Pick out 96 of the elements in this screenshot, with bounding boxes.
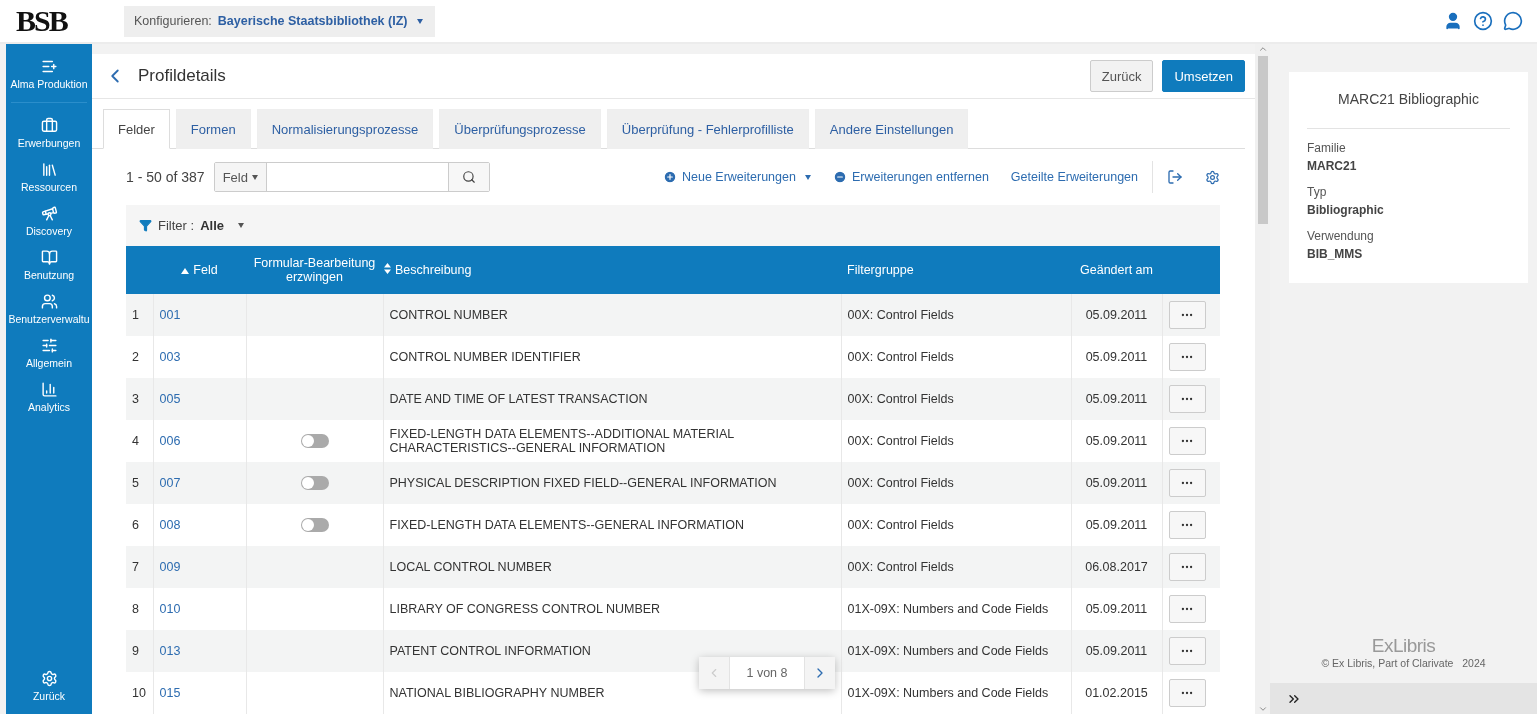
minus-icon bbox=[832, 170, 847, 184]
tab[interactable]: Überprüfungsprozesse bbox=[439, 109, 601, 149]
info-value: Bibliographic bbox=[1307, 203, 1385, 217]
plus-icon bbox=[662, 170, 677, 184]
more-button[interactable] bbox=[1168, 679, 1206, 707]
sidebar-item[interactable]: Benutzung bbox=[6, 249, 92, 293]
more-button[interactable] bbox=[1168, 553, 1206, 581]
chat-icon[interactable] bbox=[1503, 11, 1523, 31]
settings-icon[interactable] bbox=[1205, 169, 1220, 185]
tab[interactable]: Felder bbox=[103, 109, 170, 149]
field-link[interactable]: 007 bbox=[159, 476, 181, 490]
info-label: Typ bbox=[1307, 185, 1328, 199]
row-number: 10 bbox=[126, 672, 153, 714]
field-link[interactable]: 005 bbox=[159, 392, 181, 406]
column-header[interactable]: Feld bbox=[153, 246, 246, 294]
bar-chart-icon bbox=[40, 381, 58, 398]
more-button[interactable] bbox=[1168, 385, 1206, 413]
tab[interactable]: Formen bbox=[175, 109, 251, 149]
field-link[interactable]: 006 bbox=[159, 434, 181, 448]
books-icon bbox=[40, 161, 58, 178]
more-button[interactable] bbox=[1168, 511, 1206, 539]
field-link[interactable]: 003 bbox=[159, 350, 181, 364]
field-link[interactable]: 009 bbox=[159, 560, 181, 574]
column-header: Geändert am bbox=[1071, 246, 1162, 294]
more-button[interactable] bbox=[1168, 301, 1206, 329]
toggle-switch[interactable] bbox=[300, 434, 329, 448]
telescope-icon bbox=[40, 205, 58, 222]
tab[interactable]: Normalisierungsprozesse bbox=[256, 109, 434, 149]
configure-dropdown[interactable]: Konfigurieren: Bayerische Staatsbibliothek (IZ) bbox=[124, 5, 436, 37]
sliders-icon bbox=[40, 337, 58, 354]
toolbar-link[interactable]: Geteilte Erweiterungen bbox=[1010, 170, 1138, 184]
toggle-switch[interactable] bbox=[300, 518, 329, 532]
info-label: Verwendung bbox=[1307, 229, 1375, 243]
toolbar-link[interactable]: Neue Erweiterungen bbox=[662, 170, 811, 184]
tab[interactable]: Andere Einstellungen bbox=[814, 109, 969, 149]
book-icon bbox=[40, 249, 58, 266]
user-icon[interactable] bbox=[1443, 11, 1463, 31]
column-header: Filtergruppe bbox=[841, 246, 1071, 294]
field-link[interactable]: 001 bbox=[159, 308, 181, 322]
configure-value: Bayerische Staatsbibliothek (IZ) bbox=[217, 14, 408, 28]
copyright-text: © Ex Libris, Part of Clarivate 2024 bbox=[1321, 657, 1486, 669]
filter-value[interactable]: Alle bbox=[200, 218, 224, 233]
field-link[interactable]: 015 bbox=[159, 686, 181, 700]
info-value: BIB_MMS bbox=[1307, 247, 1364, 261]
action-button[interactable]: Zurück bbox=[1089, 60, 1154, 92]
sidebar-item[interactable]: Analytics bbox=[6, 381, 92, 425]
filter-icon bbox=[139, 219, 152, 232]
toggle-switch[interactable] bbox=[300, 476, 329, 490]
search-button[interactable] bbox=[447, 163, 489, 191]
gear-icon bbox=[40, 670, 58, 687]
caret-icon[interactable] bbox=[237, 223, 244, 228]
scroll-down-icon[interactable] bbox=[1257, 704, 1268, 714]
caret-icon bbox=[417, 18, 424, 24]
table-cell: 01.02.2015 bbox=[1071, 672, 1162, 714]
bsb-logo: BSB bbox=[16, 4, 69, 38]
help-icon[interactable] bbox=[1473, 11, 1493, 31]
sidebar-item[interactable]: Ressourcen bbox=[6, 161, 92, 205]
sidebar-item[interactable]: Alma Produktion bbox=[6, 58, 92, 102]
info-value: MARC21 bbox=[1307, 159, 1358, 173]
action-button[interactable]: Umsetzen bbox=[1162, 60, 1245, 92]
more-button[interactable] bbox=[1168, 637, 1206, 665]
configure-label: Konfigurieren: bbox=[134, 14, 212, 28]
sidebar-item[interactable]: Erwerbungen bbox=[6, 117, 92, 161]
sidebar-item[interactable]: Benutzerverwaltu bbox=[6, 293, 92, 337]
users-icon bbox=[40, 293, 58, 310]
info-title: MARC21 Bibliographic bbox=[1307, 72, 1510, 129]
field-link[interactable]: 013 bbox=[159, 644, 181, 658]
sidebar-item[interactable]: Discovery bbox=[6, 205, 92, 249]
search-field[interactable]: Feld bbox=[213, 162, 490, 192]
sidebar-item[interactable]: Allgemein bbox=[6, 337, 92, 381]
sort-up-icon bbox=[181, 268, 190, 274]
column-header[interactable]: Beschreibung bbox=[383, 246, 841, 294]
sidebar-item[interactable]: Zurück bbox=[6, 670, 92, 714]
info-label: Familie bbox=[1307, 141, 1347, 155]
briefcase-icon bbox=[40, 117, 58, 134]
field-link[interactable]: 008 bbox=[159, 518, 181, 532]
more-button[interactable] bbox=[1168, 343, 1206, 371]
column-header: Formular-Bearbeitung erzwingen bbox=[246, 246, 383, 294]
more-button[interactable] bbox=[1168, 595, 1206, 623]
search-icon bbox=[461, 170, 476, 184]
field-link[interactable]: 010 bbox=[159, 602, 181, 616]
table-cell: 01X-09X: Numbers and Code Fields bbox=[841, 672, 1071, 714]
scope-dropdown[interactable]: Feld bbox=[214, 163, 267, 191]
scroll-up-icon[interactable] bbox=[1257, 44, 1268, 54]
result-count: 1 - 50 of 387 bbox=[126, 169, 205, 185]
scrollbar-thumb[interactable] bbox=[1257, 56, 1268, 224]
page-title: Profildetails bbox=[138, 66, 226, 86]
next-page-button[interactable] bbox=[805, 657, 835, 689]
more-button[interactable] bbox=[1168, 427, 1206, 455]
filter-label: Filter : bbox=[158, 218, 195, 233]
tab[interactable]: Überprüfung - Fehlerprofilliste bbox=[606, 109, 809, 149]
export-icon[interactable] bbox=[1167, 169, 1183, 185]
scrollbar[interactable] bbox=[1255, 44, 1270, 714]
more-button[interactable] bbox=[1168, 469, 1206, 497]
toolbar-link[interactable]: Erweiterungen entfernen bbox=[832, 170, 989, 184]
exlibris-logo: ExLibris bbox=[1371, 635, 1436, 657]
